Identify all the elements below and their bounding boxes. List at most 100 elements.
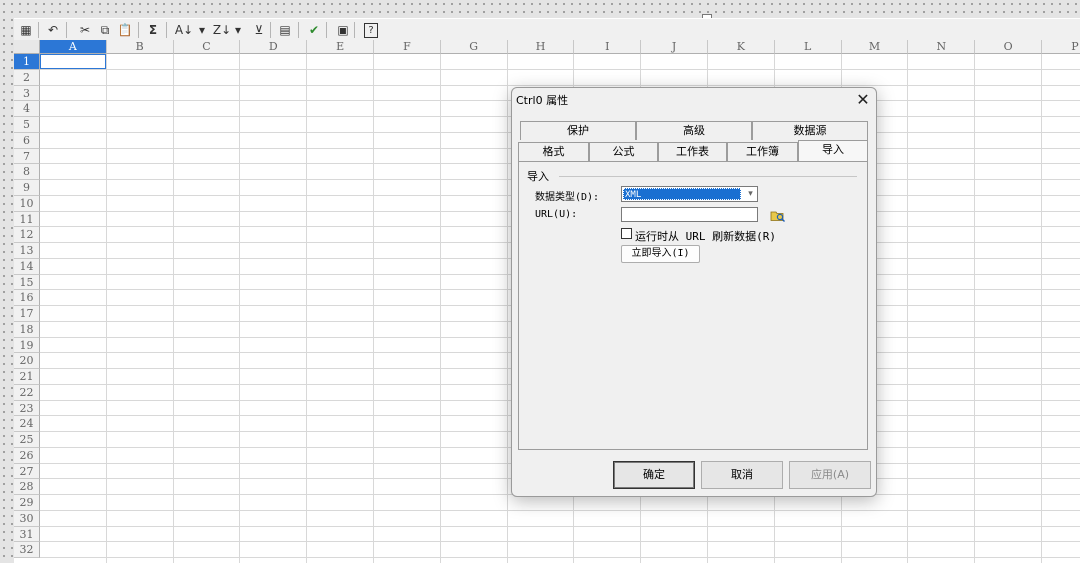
row-header-29[interactable]: 29 (14, 495, 40, 511)
column-header-e[interactable]: E (307, 40, 374, 54)
tab-panel-import: 导入 数据类型(D): XML ▾ URL(U): 运行时从 URL 刷新数据(… (518, 161, 868, 450)
active-cell[interactable] (40, 54, 106, 69)
row-header-4[interactable]: 4 (14, 101, 40, 117)
grid-line (306, 54, 308, 563)
row-header-6[interactable]: 6 (14, 132, 40, 149)
paste-icon[interactable]: 📋 (116, 21, 134, 39)
protect-icon[interactable]: ▤ (276, 21, 294, 39)
column-header-c[interactable]: C (173, 40, 241, 54)
toolbar-separator (66, 22, 67, 38)
column-header-h[interactable]: H (507, 40, 575, 54)
column-header-g[interactable]: G (440, 40, 508, 54)
tab-top-2[interactable]: 数据源 (752, 121, 868, 140)
row-header-27[interactable]: 27 (14, 463, 40, 480)
tab-bottom-3[interactable]: 工作簿 (727, 142, 798, 161)
column-header-k[interactable]: K (708, 40, 775, 54)
tab-bottom-0[interactable]: 格式 (518, 142, 589, 161)
grid-line (40, 525, 1080, 527)
row-header-14[interactable]: 14 (14, 258, 40, 275)
toolbar-separator (298, 22, 299, 38)
row-header-9[interactable]: 9 (14, 180, 40, 196)
column-header-a[interactable]: A (40, 40, 107, 54)
column-header-d[interactable]: D (240, 40, 308, 54)
apply-button[interactable]: 应用(A) (789, 461, 871, 489)
row-header-28[interactable]: 28 (14, 479, 40, 495)
folder-open-icon[interactable] (770, 209, 786, 222)
row-header-11[interactable]: 11 (14, 211, 40, 228)
column-header-j[interactable]: J (641, 40, 708, 54)
select-all-corner[interactable] (14, 40, 40, 54)
refresh-on-run-checkbox[interactable] (621, 228, 632, 239)
ok-button[interactable]: 确定 (613, 461, 695, 489)
properties-icon[interactable]: ▦ (16, 21, 36, 39)
data-type-select[interactable]: XML ▾ (621, 186, 758, 202)
dialog-title: Ctrl0 属性 (516, 94, 569, 107)
refresh-on-run-label[interactable]: 运行时从 URL 刷新数据(R) (635, 228, 776, 244)
copy-icon[interactable]: ⧉ (96, 21, 114, 39)
row-header-5[interactable]: 5 (14, 117, 40, 133)
cancel-button[interactable]: 取消 (701, 461, 783, 489)
column-header-p[interactable]: P (1042, 40, 1080, 54)
column-header-b[interactable]: B (106, 40, 174, 54)
undo-icon[interactable]: ↶ (44, 21, 62, 39)
row-header-19[interactable]: 19 (14, 337, 40, 354)
row-header-21[interactable]: 21 (14, 369, 40, 385)
row-header-24[interactable]: 24 (14, 416, 40, 432)
row-header-25[interactable]: 25 (14, 432, 40, 448)
row-header-31[interactable]: 31 (14, 526, 40, 543)
grid-line (506, 54, 508, 563)
row-header-7[interactable]: 7 (14, 148, 40, 165)
tab-top-1[interactable]: 高级 (636, 121, 752, 140)
column-header-n[interactable]: N (908, 40, 976, 54)
sort-descending-icon[interactable]: Z↓ (212, 21, 232, 39)
row-header-20[interactable]: 20 (14, 353, 40, 369)
help-icon[interactable]: ? (364, 23, 378, 38)
row-header-3[interactable]: 3 (14, 85, 40, 102)
row-header-2[interactable]: 2 (14, 69, 40, 86)
column-header-f[interactable]: F (374, 40, 441, 54)
column-header-l[interactable]: L (774, 40, 842, 54)
url-label: URL(U): (535, 209, 578, 220)
sort-ascending-icon[interactable]: A↓ (174, 21, 194, 39)
toolbar-separator (270, 22, 271, 38)
grid-line (439, 54, 441, 563)
row-header-10[interactable]: 10 (14, 195, 40, 212)
row-header-26[interactable]: 26 (14, 447, 40, 464)
row-header-15[interactable]: 15 (14, 274, 40, 291)
chevron-down-icon[interactable]: ▾ (744, 187, 757, 201)
tab-import[interactable]: 导入 (798, 140, 868, 161)
import-now-button[interactable]: 立即导入(I) (621, 245, 700, 263)
row-header-12[interactable]: 12 (14, 227, 40, 243)
grid-line (172, 54, 174, 563)
sort-descending-dropdown-icon[interactable]: ▾ (232, 21, 244, 39)
row-header-18[interactable]: 18 (14, 321, 40, 338)
grid-line (1041, 54, 1042, 563)
row-header-22[interactable]: 22 (14, 384, 40, 401)
grid-line (239, 54, 241, 563)
close-icon[interactable]: ✕ (852, 89, 874, 111)
tab-top-0[interactable]: 保护 (520, 121, 636, 140)
sort-ascending-dropdown-icon[interactable]: ▾ (196, 21, 208, 39)
row-header-17[interactable]: 17 (14, 306, 40, 322)
export-icon[interactable]: ▣ (334, 21, 352, 39)
row-header-32[interactable]: 32 (14, 542, 40, 558)
cut-icon[interactable]: ✂ (76, 21, 94, 39)
row-header-30[interactable]: 30 (14, 510, 40, 527)
tab-bottom-1[interactable]: 公式 (589, 142, 658, 161)
column-header-i[interactable]: I (574, 40, 642, 54)
row-header-1[interactable]: 1 (14, 54, 40, 70)
autosum-icon[interactable]: Σ (144, 21, 162, 39)
column-header-m[interactable]: M (841, 40, 909, 54)
row-header-23[interactable]: 23 (14, 400, 40, 417)
recalc-icon[interactable]: ✔ (304, 21, 324, 39)
row-header-16[interactable]: 16 (14, 290, 40, 306)
toolbar: ▦ ↶ ✂ ⧉ 📋 Σ A↓ ▾ Z↓ ▾ ⊻ ▤ ✔ ▣? (14, 18, 1080, 42)
column-header-o[interactable]: O (975, 40, 1042, 54)
row-header-13[interactable]: 13 (14, 243, 40, 259)
grid-line (40, 84, 1080, 86)
toolbar-separator (326, 22, 327, 38)
filter-icon[interactable]: ⊻ (250, 21, 268, 39)
url-input[interactable] (621, 207, 758, 222)
row-header-8[interactable]: 8 (14, 164, 40, 180)
tab-bottom-2[interactable]: 工作表 (658, 142, 727, 161)
